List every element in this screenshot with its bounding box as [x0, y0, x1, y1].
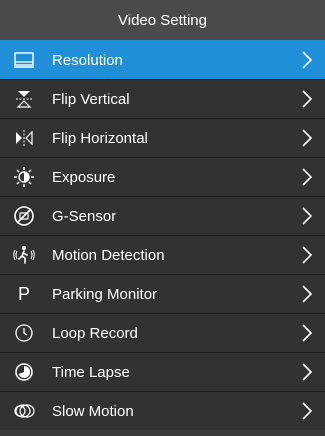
parking-monitor-icon: P	[17, 284, 30, 304]
chevron-right-icon	[299, 89, 315, 109]
chevron-right-icon	[299, 245, 315, 265]
flip-vertical-icon	[11, 88, 37, 110]
page-title-text: Video Setting	[118, 11, 207, 29]
flip-horizontal-icon	[11, 127, 37, 149]
menu-item-exposure[interactable]: Exposure	[0, 157, 325, 196]
menu-item-label: Flip Vertical	[52, 90, 130, 108]
menu-item-label: Exposure	[52, 168, 116, 186]
chevron-right-icon	[299, 323, 315, 343]
settings-menu: Resolution Flip Vertical Flip Horizontal	[0, 40, 325, 430]
chevron-right-icon	[299, 206, 315, 226]
menu-item-g-sensor[interactable]: G-Sensor	[0, 196, 325, 235]
menu-item-resolution[interactable]: Resolution	[0, 40, 325, 79]
menu-item-label: Loop Record	[52, 324, 138, 342]
chevron-right-icon	[299, 50, 315, 70]
page-title: Video Setting	[0, 0, 325, 40]
loop-record-icon	[11, 322, 37, 344]
chevron-right-icon	[299, 167, 315, 187]
menu-item-label: Time Lapse	[52, 363, 130, 381]
chevron-right-icon	[299, 284, 315, 304]
menu-item-label: G-Sensor	[52, 207, 117, 225]
menu-item-flip-horizontal[interactable]: Flip Horizontal	[0, 118, 325, 157]
chevron-right-icon	[299, 362, 315, 382]
resolution-icon	[11, 49, 37, 71]
menu-item-flip-vertical[interactable]: Flip Vertical	[0, 79, 325, 118]
video-setting-screen: Video Setting Resolution Flip Vertical F…	[0, 0, 325, 436]
menu-item-motion-detection[interactable]: Motion Detection	[0, 235, 325, 274]
menu-item-parking-monitor[interactable]: P Parking Monitor	[0, 274, 325, 313]
menu-item-loop-record[interactable]: Loop Record	[0, 313, 325, 352]
slow-motion-icon	[11, 400, 37, 422]
motion-detection-icon	[11, 244, 37, 266]
g-sensor-icon	[11, 205, 37, 227]
menu-item-label: Motion Detection	[52, 246, 165, 264]
chevron-right-icon	[299, 128, 315, 148]
menu-item-label: Parking Monitor	[52, 285, 158, 303]
time-lapse-icon	[11, 361, 37, 383]
menu-item-slow-motion[interactable]: Slow Motion	[0, 391, 325, 430]
menu-item-time-lapse[interactable]: Time Lapse	[0, 352, 325, 391]
chevron-right-icon	[299, 401, 315, 421]
exposure-icon	[11, 166, 37, 188]
menu-item-label: Resolution	[52, 51, 123, 69]
menu-item-label: Flip Horizontal	[52, 129, 148, 147]
menu-item-label: Slow Motion	[52, 402, 134, 420]
